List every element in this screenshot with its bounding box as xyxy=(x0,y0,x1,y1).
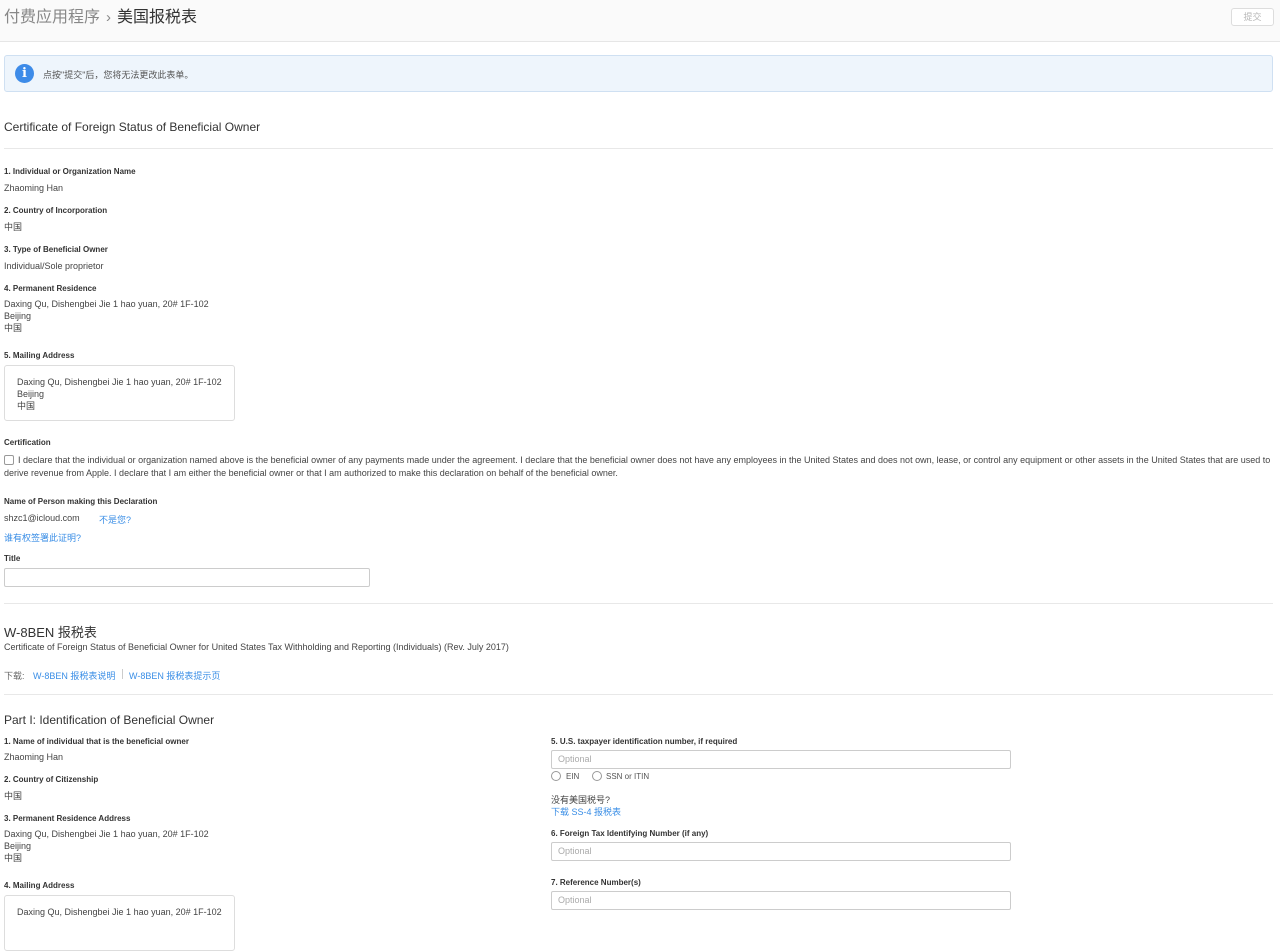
declarant-label: Name of Person making this Declaration xyxy=(4,497,158,506)
ein-radio-label: EIN xyxy=(566,772,580,781)
w8ben-instructions-link[interactable]: W-8BEN 报税表说明 xyxy=(33,669,115,682)
divider xyxy=(4,694,1273,695)
address-line: 中国 xyxy=(17,401,36,411)
p1-value-citizenship: 中国 xyxy=(4,791,23,801)
who-can-sign-link[interactable]: 谁有权签署此证明? xyxy=(4,531,81,544)
address-line: 中国 xyxy=(4,853,23,863)
p1-label-name: 1. Name of individual that is the benefi… xyxy=(4,737,189,746)
notice-text: 点按"提交"后，您将无法更改此表单。 xyxy=(43,70,194,80)
mailing-address-box: Daxing Qu, Dishengbei Jie 1 hao yuan, 20… xyxy=(4,365,235,421)
address-line: Beijing xyxy=(17,389,45,399)
p1-label-foreign-tin: 6. Foreign Tax Identifying Number (if an… xyxy=(551,829,709,838)
field-label-name: 1. Individual or Organization Name xyxy=(4,167,136,176)
p1-label-reference: 7. Reference Number(s) xyxy=(551,878,641,887)
download-label: 下载: xyxy=(4,671,25,681)
breadcrumb: 付费应用程序 › 美国报税表 xyxy=(4,8,197,28)
address-line: Daxing Qu, Dishengbei Jie 1 hao yuan, 20… xyxy=(17,907,222,917)
field-label-mailing-address: 5. Mailing Address xyxy=(4,351,75,360)
p1-label-residence: 3. Permanent Residence Address xyxy=(4,814,131,823)
not-you-link[interactable]: 不是您? xyxy=(99,513,131,526)
ssn-itin-radio-label: SSN or ITIN xyxy=(606,772,650,781)
field-value-country-incorporation: 中国 xyxy=(4,222,23,232)
divider xyxy=(4,603,1273,604)
link-separator xyxy=(122,669,123,679)
p1-label-mailing: 4. Mailing Address xyxy=(4,881,75,890)
certification-label: Certification xyxy=(4,438,51,447)
address-line: Beijing xyxy=(4,841,32,851)
page-title: 美国报税表 xyxy=(117,9,198,26)
field-value-name: Zhaoming Han xyxy=(4,183,64,193)
certification-text: I declare that the individual or organiz… xyxy=(4,455,1271,478)
address-line: Daxing Qu, Dishengbei Jie 1 hao yuan, 20… xyxy=(4,299,209,309)
info-icon: i xyxy=(15,64,34,83)
field-label-permanent-residence: 4. Permanent Residence xyxy=(4,284,97,293)
field-value-permanent-residence: Daxing Qu, Dishengbei Jie 1 hao yuan, 20… xyxy=(4,298,209,334)
divider xyxy=(4,148,1273,149)
address-line: 中国 xyxy=(4,323,23,333)
ss4-download-link[interactable]: 下载 SS-4 报税表 xyxy=(551,805,621,818)
p1-mailing-address-box: Daxing Qu, Dishengbei Jie 1 hao yuan, 20… xyxy=(4,895,235,951)
section-title-certificate: Certificate of Foreign Status of Benefic… xyxy=(4,120,261,134)
ein-radio[interactable] xyxy=(551,771,561,781)
section-title-w8ben: W-8BEN 报税表 xyxy=(4,625,97,640)
p1-label-citizenship: 2. Country of Citizenship xyxy=(4,775,99,784)
address-line: Beijing xyxy=(4,311,32,321)
address-line: Daxing Qu, Dishengbei Jie 1 hao yuan, 20… xyxy=(4,829,209,839)
field-label-country-incorporation: 2. Country of Incorporation xyxy=(4,206,108,215)
w8ben-subtitle: Certificate of Foreign Status of Benefic… xyxy=(4,642,509,652)
reference-input[interactable]: Optional xyxy=(551,891,1011,910)
field-value-owner-type: Individual/Sole proprietor xyxy=(4,261,104,271)
p1-value-residence: Daxing Qu, Dishengbei Jie 1 hao yuan, 20… xyxy=(4,828,209,864)
declarant-email: shzc1@icloud.com xyxy=(4,513,80,523)
w8ben-tips-link[interactable]: W-8BEN 报税表提示页 xyxy=(129,669,220,682)
title-input[interactable] xyxy=(4,568,370,587)
p1-value-name: Zhaoming Han xyxy=(4,752,64,762)
p1-label-us-tin: 5. U.S. taxpayer identification number, … xyxy=(551,737,738,746)
ssn-itin-radio[interactable] xyxy=(592,771,602,781)
chevron-right-icon: › xyxy=(106,9,112,26)
section-title-part1: Part I: Identification of Beneficial Own… xyxy=(4,713,215,727)
breadcrumb-paid-apps[interactable]: 付费应用程序 xyxy=(4,8,100,28)
address-line: Daxing Qu, Dishengbei Jie 1 hao yuan, 20… xyxy=(17,377,222,387)
us-tin-input[interactable]: Optional xyxy=(551,750,1011,769)
title-field-label: Title xyxy=(4,554,21,563)
field-label-owner-type: 3. Type of Beneficial Owner xyxy=(4,245,108,254)
submit-button[interactable]: 提交 xyxy=(1231,8,1274,26)
top-bar: 付费应用程序 › 美国报税表 提交 xyxy=(0,0,1280,42)
info-notice: i 点按"提交"后，您将无法更改此表单。 xyxy=(4,55,1273,92)
foreign-tin-input[interactable]: Optional xyxy=(551,842,1011,861)
